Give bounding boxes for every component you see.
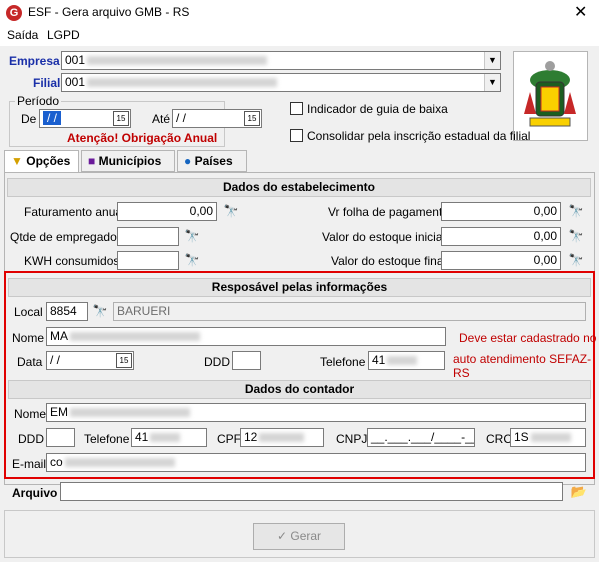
de-label: De (21, 112, 37, 126)
contador-telefone-label: Telefone (84, 432, 130, 446)
arquivo-label: Arquivo (12, 486, 58, 500)
crc-label: CRC (486, 432, 512, 446)
cpf-label: CPF (217, 432, 241, 446)
kwh-input[interactable] (117, 251, 179, 270)
contador-ddd-label: DDD (18, 432, 44, 446)
faturamento-input[interactable]: 0,00 (117, 202, 217, 221)
window-title: ESF - Gera arquivo GMB - RS (28, 5, 190, 19)
filial-code: 001 (65, 75, 86, 89)
faturamento-label: Faturamento anual (24, 205, 125, 219)
resp-nome-label: Nome (12, 331, 45, 345)
map-icon: ■ (88, 154, 96, 168)
tab-paises[interactable]: ● Países (177, 150, 247, 172)
ate-label: Até (152, 112, 171, 126)
periodo-label: Período (15, 94, 62, 108)
calendar-icon[interactable]: 15 (116, 353, 132, 368)
empresa-label: Empresa (9, 54, 60, 68)
de-date-value: / / (43, 111, 62, 125)
cpf-value: 12 (244, 430, 258, 444)
email-input[interactable]: co (46, 453, 586, 472)
kwh-label: KWH consumidos (24, 254, 120, 268)
menu-saida[interactable]: Saída (7, 28, 38, 42)
guia-baixa-label: Indicador de guia de baixa (307, 102, 448, 116)
binoculars-icon[interactable]: 🔭 (182, 227, 202, 245)
estoque-inicial-input[interactable]: 0,00 (441, 227, 561, 246)
empresa-code: 001 (65, 53, 86, 67)
consolidar-checkbox[interactable] (290, 129, 303, 142)
resp-warning-line2: auto atendimento SEFAZ-RS (453, 352, 592, 380)
local-city-input: BARUERI (113, 302, 586, 321)
folha-input[interactable]: 0,00 (441, 202, 561, 221)
calendar-icon[interactable]: 15 (244, 111, 260, 126)
menu-bar (0, 26, 599, 46)
resp-nome-input[interactable]: MA (46, 327, 446, 346)
contador-ddd-input[interactable] (46, 428, 75, 447)
folder-open-icon[interactable]: 📂 (568, 482, 590, 501)
binoculars-icon[interactable]: 🔭 (90, 302, 110, 320)
app-logo-icon: G (6, 5, 22, 21)
resp-nome-value: MA (50, 329, 68, 343)
binoculars-icon[interactable]: 🔭 (221, 202, 241, 220)
menu-lgpd[interactable]: LGPD (47, 28, 80, 42)
contador-nome-label: Nome (14, 407, 47, 421)
consolidar-label: Consolidar pela inscrição estadual da fi… (307, 129, 531, 143)
coat-of-arms-image (513, 51, 588, 141)
binoculars-icon[interactable]: 🔭 (566, 202, 586, 220)
close-icon[interactable]: ✕ (574, 2, 587, 22)
tab-opcoes-label: Opções (26, 154, 71, 168)
gerar-button[interactable]: ✓ Gerar (253, 523, 345, 550)
guia-baixa-checkbox[interactable] (290, 102, 303, 115)
contador-telefone-input[interactable]: 41 (131, 428, 207, 447)
contador-header: Dados do contador (8, 380, 591, 399)
resp-ddd-label: DDD (204, 355, 230, 369)
cpf-input[interactable]: 12 (240, 428, 324, 447)
periodo-warning: Atenção! Obrigação Anual (67, 131, 218, 145)
contador-nome-input[interactable]: EM (46, 403, 586, 422)
binoculars-icon[interactable]: 🔭 (566, 251, 586, 269)
tab-paises-label: Países (194, 154, 233, 168)
responsavel-header: Resposável pelas informações (8, 278, 591, 297)
chevron-down-icon[interactable]: ▼ (484, 52, 500, 69)
email-value: co (50, 455, 63, 469)
cnpj-input[interactable]: __.___.___/____-__ (367, 428, 475, 447)
local-label: Local (14, 305, 43, 319)
empresa-select[interactable]: 001 ▼ (61, 51, 501, 70)
arquivo-input[interactable] (60, 482, 563, 501)
qtde-label: Qtde de empregados (10, 230, 123, 244)
local-code-input[interactable]: 8854 (46, 302, 88, 321)
estabelecimento-header: Dados do estabelecimento (7, 178, 591, 197)
filial-label: Filial (33, 76, 61, 90)
tab-municipios[interactable]: ■ Municípios (81, 150, 175, 172)
crc-input[interactable]: 1S (510, 428, 586, 447)
resp-ddd-input[interactable] (232, 351, 261, 370)
qtde-input[interactable] (117, 227, 179, 246)
cnpj-label: CNPJ (336, 432, 368, 446)
tab-opcoes[interactable]: ▼ Opções (4, 150, 79, 173)
filial-select[interactable]: 001 ▼ (61, 73, 501, 92)
ate-date-value: / / (176, 111, 187, 125)
email-label: E-mail (12, 457, 47, 471)
binoculars-icon[interactable]: 🔭 (182, 251, 202, 269)
checkmark-icon: ✓ (276, 529, 288, 543)
resp-telefone-label: Telefone (320, 355, 366, 369)
filter-icon: ▼ (11, 154, 23, 168)
calendar-icon[interactable]: 15 (113, 111, 129, 126)
estoque-inicial-label: Valor do estoque inicial (322, 230, 446, 244)
gerar-label: Gerar (290, 529, 322, 543)
contador-nome-value: EM (50, 405, 68, 419)
binoculars-icon[interactable]: 🔭 (566, 227, 586, 245)
resp-telefone-input[interactable]: 41 (368, 351, 445, 370)
tab-municipios-label: Municípios (98, 154, 162, 168)
resp-telefone-value: 41 (372, 353, 386, 367)
estoque-final-label: Valor do estoque final (331, 254, 447, 268)
resp-data-label: Data (17, 355, 43, 369)
resp-data-value: / / (50, 353, 61, 367)
contador-telefone-value: 41 (135, 430, 149, 444)
resp-warning-line1: Deve estar cadastrado no (459, 331, 597, 345)
folha-label: Vr folha de pagamento (328, 205, 449, 219)
estoque-final-input[interactable]: 0,00 (441, 251, 561, 270)
chevron-down-icon[interactable]: ▼ (484, 74, 500, 91)
globe-icon: ● (184, 154, 192, 168)
crc-value: 1S (514, 430, 529, 444)
